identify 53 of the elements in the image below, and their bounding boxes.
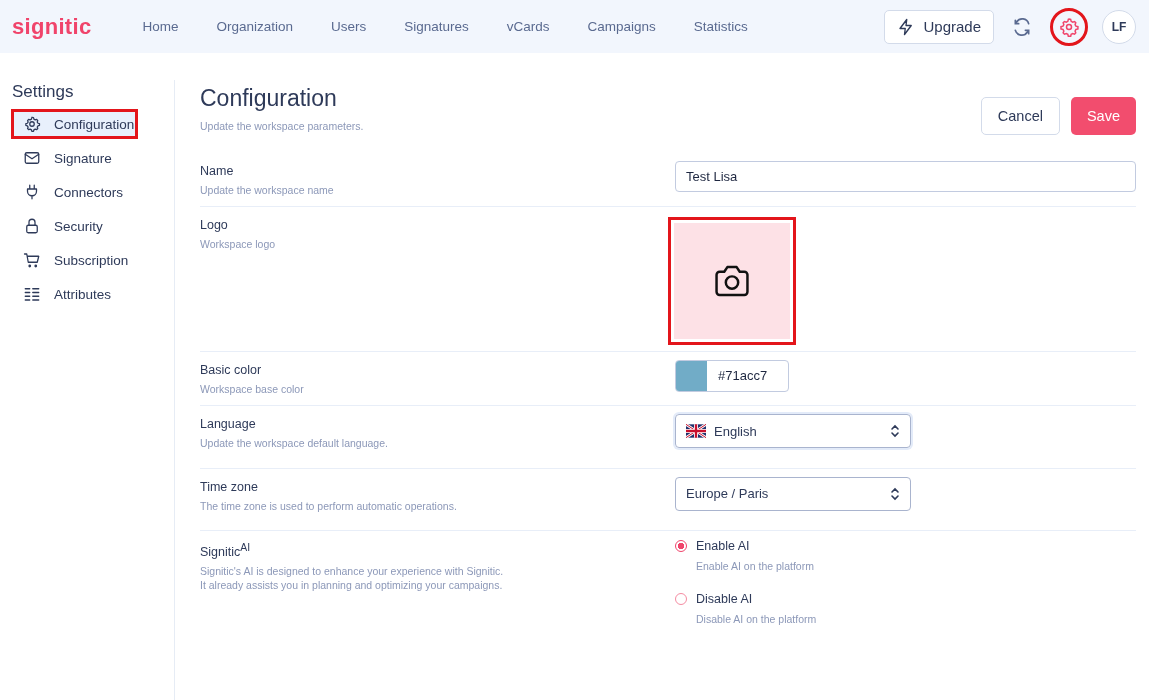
- select-field[interactable]: English: [675, 414, 911, 449]
- field-hint: Signitic's AI is designed to enhance your experience with Signitic. It already assists you in planning and optimizing your campaigns.: [200, 563, 505, 593]
- camera-icon: [713, 264, 751, 299]
- gear-icon: [23, 115, 41, 133]
- field-hint: Update the workspace name: [200, 183, 335, 198]
- radio-button[interactable]: [675, 539, 687, 552]
- field-hint: The time zone is used to perform automatic operations.: [200, 498, 458, 513]
- color-field[interactable]: #71acc7: [675, 360, 789, 393]
- option-label: Enable AI: [696, 538, 751, 553]
- list-icon: [23, 285, 41, 303]
- sidebar-item[interactable]: Connectors: [12, 178, 137, 206]
- settings-icon[interactable]: [1059, 16, 1079, 37]
- field-label: Logo: [200, 218, 229, 233]
- sidebar-item[interactable]: Subscription: [12, 246, 137, 274]
- option-label: Disable AI: [696, 591, 754, 606]
- user-avatar[interactable]: LF: [1102, 9, 1136, 44]
- page-subtitle: Update the workspace parameters.: [200, 120, 364, 132]
- field-hint: Workspace base color: [200, 382, 305, 397]
- sidebar-title: Settings: [12, 82, 75, 102]
- page-title: Configuration: [200, 85, 338, 112]
- sidebar-item[interactable]: Security: [12, 212, 137, 240]
- field-hint: Workspace logo: [200, 237, 277, 252]
- logo-upload[interactable]: [674, 223, 790, 340]
- nav-link[interactable]: Statistics: [680, 19, 761, 34]
- chevron-updown-icon: [890, 485, 900, 502]
- field-label: Time zone: [200, 479, 259, 494]
- cancel-button[interactable]: Cancel: [980, 97, 1060, 135]
- nav-link[interactable]: Users: [318, 19, 380, 34]
- option-hint: Disable AI on the platform: [696, 612, 817, 625]
- nav-link[interactable]: Signatures: [391, 19, 482, 34]
- cart-icon: [23, 251, 41, 269]
- color-swatch: [676, 361, 707, 392]
- nav-link[interactable]: vCards: [493, 19, 563, 34]
- field-hint: Update the workspace default language.: [200, 436, 389, 451]
- upgrade-button[interactable]: Upgrade: [884, 9, 994, 44]
- field-label: Name: [200, 164, 235, 178]
- chevron-updown-icon: [890, 423, 900, 440]
- name-field[interactable]: Test Lisa: [675, 161, 1136, 192]
- field-label: Signitic$^{AI}$: [200, 541, 252, 559]
- lock-icon: [23, 217, 41, 235]
- select-field[interactable]: Europe / Paris: [675, 476, 911, 511]
- envelope-icon: [23, 149, 41, 167]
- sidebar-item[interactable]: Signature: [12, 144, 137, 172]
- sidebar-item[interactable]: Attributes: [12, 280, 137, 308]
- field-label: Basic color: [200, 363, 263, 378]
- flag-icon: [686, 424, 706, 439]
- option-hint: Enable AI on the platform: [696, 559, 814, 572]
- refresh-icon[interactable]: [1012, 16, 1032, 37]
- nav-link[interactable]: Campaigns: [574, 19, 669, 34]
- nav-link[interactable]: Home: [129, 19, 192, 34]
- field-label: Language: [200, 417, 257, 432]
- nav-link[interactable]: Organization: [203, 19, 306, 34]
- highlight-annotation: [1050, 7, 1088, 46]
